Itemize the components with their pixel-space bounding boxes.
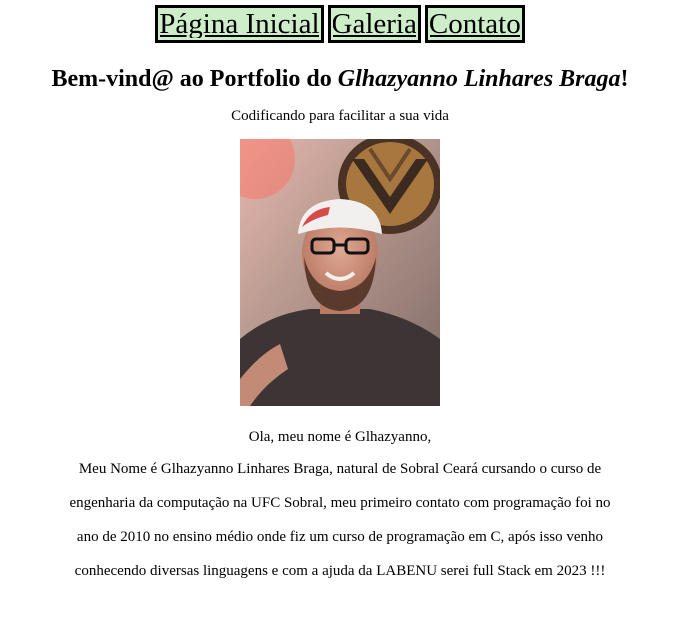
bio-text: Meu Nome é Glhazyanno Linhares Braga, na… — [69, 461, 611, 579]
nav-link-home[interactable]: Página Inicial — [155, 5, 324, 43]
greeting-text: Ola, meu nome é Glhazyanno, — [248, 429, 432, 445]
nav-link-gallery[interactable]: Galeria — [327, 5, 421, 43]
title-suffix: ! — [620, 66, 629, 92]
profile-photo — [240, 139, 440, 406]
profile-photo-illustration — [240, 139, 440, 406]
page-title: Bem-vind@ ao Portfolio do Glhazyanno Lin… — [0, 65, 680, 93]
photo-container — [0, 139, 680, 406]
title-name: Glhazyanno Linhares Braga — [337, 66, 621, 92]
page: Página Inicial Galeria Contato Bem-vind@… — [0, 0, 680, 588]
main-nav: Página Inicial Galeria Contato — [0, 0, 680, 43]
page-subtitle: Codificando para facilitar a sua vida — [231, 108, 449, 124]
nav-link-contact[interactable]: Contato — [424, 5, 525, 43]
title-prefix: Bem-vind@ ao Portfolio do — [51, 66, 338, 92]
